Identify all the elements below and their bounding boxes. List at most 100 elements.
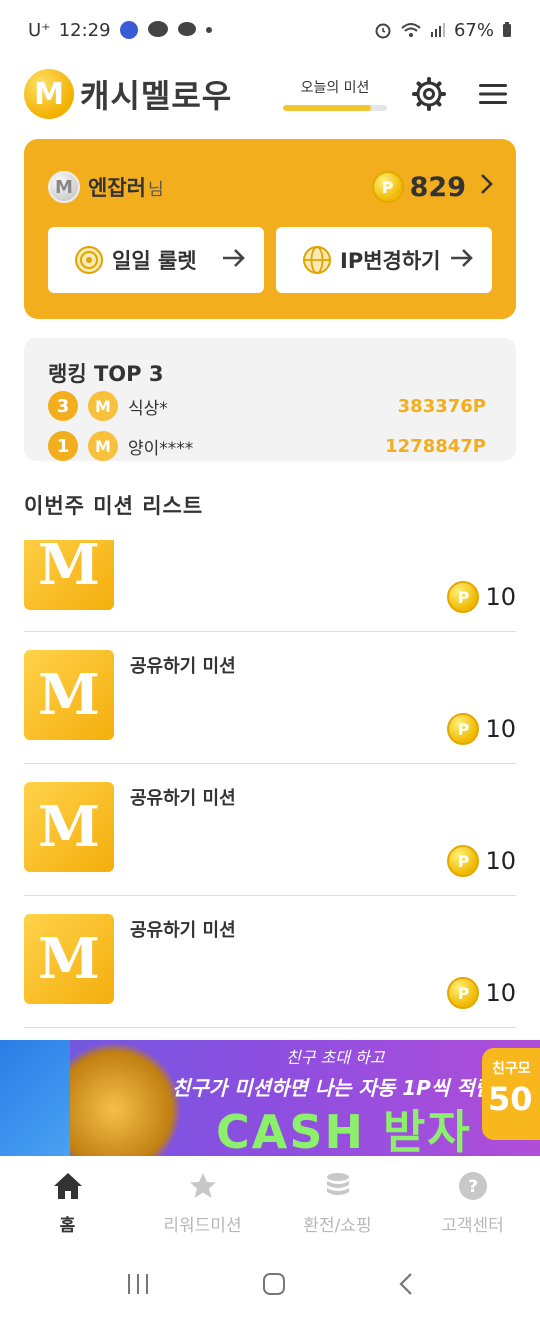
mission-thumbnail: M <box>24 650 114 740</box>
nav-exchange-shop-label: 환전/쇼핑 <box>303 1215 372 1236</box>
home-square-icon <box>263 1273 285 1295</box>
username: 엔잡러 <box>88 176 146 200</box>
nav-home-label: 홈 <box>59 1215 76 1236</box>
rank-points: 383376P <box>397 395 486 417</box>
coins-stack-icon <box>326 1172 349 1195</box>
coin-icon: P <box>447 581 480 613</box>
battery-percent: 67% <box>453 19 494 41</box>
mission-reward-value: 10 <box>485 847 516 875</box>
banner-badge-top: 친구모 <box>492 1061 531 1077</box>
nav-reward-mission-label: 리워드미션 <box>163 1215 242 1236</box>
mission-item[interactable]: M 공유하기 미션 P 10 <box>24 764 516 896</box>
banner-line1: 친구 초대 하고 <box>286 1048 385 1067</box>
username-honorific: 님 <box>147 179 164 200</box>
carrier-label: U⁺ <box>28 19 51 41</box>
banner-badge: 친구모 50 <box>482 1048 540 1140</box>
promo-banner[interactable]: 친구 초대 하고 친구가 미션하면 나는 자동 1P씩 적립! CASH 받자 … <box>0 1040 540 1156</box>
mission-thumbnail: M <box>24 914 114 1004</box>
battery-icon <box>502 22 512 38</box>
coin-symbol: P <box>381 177 394 197</box>
logo-icon: M <box>24 69 74 119</box>
daily-roulette-button[interactable]: 일일 룰렛 <box>48 227 264 293</box>
rank-points: 1278847P <box>385 435 486 457</box>
rank-number: 1 <box>48 431 78 461</box>
mission-reward: P 10 <box>447 581 516 613</box>
nav-exchange-shop[interactable]: 환전/쇼핑 <box>270 1158 405 1248</box>
mission-thumbnail: M <box>24 540 114 610</box>
banner-handshake-image <box>0 1040 70 1156</box>
banner-headline: CASH 받자 <box>216 1105 472 1156</box>
brand-name: 캐시멜로우 <box>80 77 233 115</box>
chevron-right-icon <box>480 172 494 202</box>
coin-icon: P <box>447 713 480 745</box>
target-icon <box>75 246 103 274</box>
ranking-row: 3 M 식상* 383376P <box>48 390 486 422</box>
mission-reward-value: 10 <box>485 583 516 611</box>
logo-letter: M <box>34 76 64 112</box>
banner-coins-image <box>70 1040 180 1156</box>
mission-list[interactable]: M P 10 M 공유하기 미션 P 10 M 공유하기 미션 P 10 M 공… <box>24 540 516 1030</box>
arrow-right-icon <box>222 245 246 275</box>
app-header: M 캐시멜로우 오늘의 미션 <box>0 62 540 126</box>
gear-icon <box>412 77 446 111</box>
ip-change-button[interactable]: IP변경하기 <box>276 227 492 293</box>
home-system-button[interactable] <box>262 1272 286 1300</box>
rank-name: 양이**** <box>128 438 194 459</box>
mission-thumbnail: M <box>24 782 114 872</box>
globe-icon <box>303 246 331 274</box>
mission-title: 공유하기 미션 <box>130 656 236 677</box>
coin-icon: P <box>371 171 404 203</box>
avatar: M <box>48 171 80 203</box>
daily-roulette-label: 일일 룰렛 <box>112 249 197 273</box>
recent-apps-button[interactable] <box>126 1273 150 1299</box>
settings-button[interactable] <box>406 71 452 117</box>
clock: 12:29 <box>58 19 111 41</box>
user-card: M 엔잡러 님 P 829 일일 룰렛 IP변경하기 <box>24 139 516 319</box>
rank-number: 3 <box>48 391 78 421</box>
banner-badge-value: 50 <box>488 1080 533 1118</box>
ranking-panel[interactable]: 랭킹 TOP 3 3 M 식상* 383376P 1 M 양이**** 1278… <box>24 338 516 461</box>
today-mission-button[interactable]: 오늘의 미션 <box>282 77 388 111</box>
signal-icon <box>430 22 446 38</box>
mission-title: 공유하기 미션 <box>130 920 236 941</box>
rank-avatar: M <box>88 431 118 461</box>
menu-button[interactable] <box>470 71 516 117</box>
mission-item[interactable]: M 공유하기 미션 P 10 <box>24 632 516 764</box>
today-mission-progress-fill <box>283 105 372 111</box>
points-value: 829 <box>409 171 466 203</box>
nav-support[interactable]: ? 고객센터 <box>405 1158 540 1248</box>
mission-reward: P 10 <box>447 845 516 877</box>
svg-text:?: ? <box>468 1177 478 1197</box>
nav-support-label: 고객센터 <box>441 1215 504 1236</box>
mission-reward: P 10 <box>447 713 516 745</box>
home-icon <box>53 1172 82 1199</box>
rank-avatar: M <box>88 391 118 421</box>
points-display[interactable]: P 829 <box>371 171 494 203</box>
bottom-nav: 홈 리워드미션 환전/쇼핑 ? 고객센터 <box>0 1158 540 1248</box>
talk-icon <box>147 20 169 40</box>
mission-reward: P 10 <box>447 977 516 1009</box>
rank-name: 식상* <box>128 398 168 419</box>
today-mission-progress <box>283 105 387 111</box>
ranking-row: 1 M 양이**** 1278847P <box>48 430 486 461</box>
coin-icon: P <box>447 845 480 877</box>
nav-reward-mission[interactable]: 리워드미션 <box>135 1158 270 1248</box>
mission-item[interactable]: M P 10 <box>24 540 516 632</box>
user-row[interactable]: M 엔잡러 님 P 829 <box>48 169 494 205</box>
chat-icon <box>177 20 197 40</box>
back-button[interactable] <box>398 1272 414 1300</box>
ip-change-label: IP변경하기 <box>340 249 441 273</box>
mission-reward-value: 10 <box>485 715 516 743</box>
avatar-letter: M <box>55 176 73 198</box>
mission-item[interactable]: M 공유하기 미션 P 10 <box>24 896 516 1028</box>
mission-title: 공유하기 미션 <box>130 788 236 809</box>
recent-apps-icon <box>128 1274 148 1294</box>
coin-icon: P <box>447 977 480 1009</box>
help-icon: ? <box>458 1171 487 1200</box>
mission-section-title: 이번주 미션 리스트 <box>24 494 204 518</box>
wifi-icon <box>400 21 422 39</box>
arrow-right-icon <box>450 245 474 275</box>
notification-app-icon <box>119 20 139 40</box>
star-icon <box>189 1172 216 1198</box>
nav-home[interactable]: 홈 <box>0 1158 135 1248</box>
